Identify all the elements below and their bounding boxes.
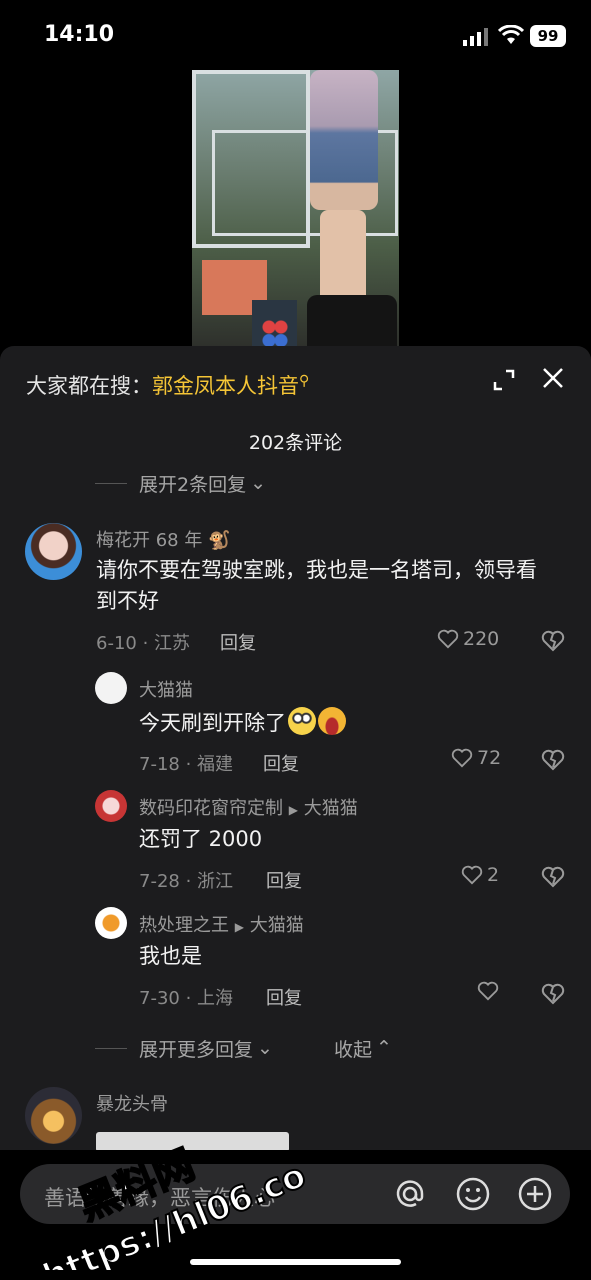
comment-username[interactable]: 梅花开 68 年 🐒 [96, 526, 231, 552]
trending-search-keyword[interactable]: 郭金凤本人抖音 [152, 374, 299, 398]
expand-more-label: 展开更多回复 [139, 1038, 254, 1061]
close-icon[interactable] [541, 366, 565, 390]
like-button[interactable]: 72 [451, 747, 501, 769]
comment-count: 202条评论 [248, 432, 343, 454]
expand-replies-top[interactable]: 展开2条回复 ⌄ [95, 469, 266, 497]
heart-icon [461, 865, 483, 885]
reply-username[interactable]: 数码印花窗帘定制 ▶ 大猫猫 [139, 794, 358, 820]
reply-to-username[interactable]: 大猫猫 [304, 798, 358, 819]
comment-image-thumbnail[interactable] [96, 1132, 289, 1152]
chevron-down-icon: ⌄ [250, 472, 267, 494]
avatar[interactable] [25, 523, 82, 580]
heart-icon [451, 748, 473, 768]
wifi-icon [498, 25, 524, 44]
comment-input-placeholder: 善语结善缘，恶言伤人心 [44, 1186, 275, 1210]
avatar[interactable] [95, 907, 127, 939]
collapse-replies[interactable]: 收起 ⌃ [334, 1034, 392, 1062]
divider [95, 1047, 127, 1049]
reply-button[interactable]: 回复 [266, 867, 302, 893]
like-count: 220 [463, 628, 500, 650]
comment-meta: 6-10 · 江苏 [96, 633, 191, 654]
reply-button[interactable]: 回复 [266, 984, 302, 1010]
search-icon: ⚲ [299, 373, 310, 389]
divider [95, 482, 127, 484]
video-preview[interactable] [192, 70, 399, 360]
comment-sheet: 大家都在搜：郭金凤本人抖音⚲ 202条评论 展开2条回复 ⌄ 梅花开 68 年 … [0, 346, 591, 1280]
status-bar: 14:10 99 [0, 0, 591, 70]
broken-heart-icon[interactable] [541, 865, 565, 889]
expand-replies-label: 展开2条回复 [139, 473, 247, 496]
reply-meta: 7-28 · 浙江 [139, 871, 234, 892]
play-arrow-icon: ▶ [288, 803, 298, 817]
broken-heart-icon[interactable] [541, 982, 565, 1006]
person-figure [310, 70, 378, 210]
comment-text: 请你不要在驾驶室跳，我也是一名塔司，领导看到不好 [96, 558, 537, 613]
reply-meta: 7-30 · 上海 [139, 988, 234, 1009]
status-time: 14:10 [44, 22, 115, 47]
like-count: 72 [477, 747, 502, 769]
reply-text: 今天刷到开除了 [139, 707, 346, 739]
avatar[interactable] [95, 672, 127, 704]
laughing-emoji-icon [318, 707, 346, 735]
comment-input[interactable]: 善语结善缘，恶言伤人心 [20, 1164, 570, 1224]
comment-username[interactable]: 暴龙头骨 [96, 1090, 168, 1116]
expand-more-replies[interactable]: 展开更多回复 ⌄ [95, 1034, 273, 1062]
reply-username[interactable]: 大猫猫 [139, 676, 193, 702]
reply-text: 还罚了 2000 [139, 827, 263, 851]
fullscreen-icon[interactable] [492, 368, 516, 392]
cellular-signal-icon [463, 28, 488, 46]
heart-icon [437, 629, 459, 649]
like-count: 2 [487, 864, 500, 886]
like-button[interactable] [477, 981, 503, 1001]
reply-username[interactable]: 热处理之王 ▶ 大猫猫 [139, 911, 304, 937]
avatar[interactable] [25, 1087, 82, 1144]
avatar[interactable] [95, 790, 127, 822]
trending-search[interactable]: 大家都在搜：郭金凤本人抖音⚲ [26, 370, 309, 400]
mention-icon[interactable] [392, 1176, 428, 1212]
heart-icon [477, 981, 499, 1001]
console-buttons [260, 318, 290, 348]
like-button[interactable]: 2 [461, 864, 499, 886]
home-indicator[interactable] [190, 1259, 401, 1265]
reply-to-username[interactable]: 大猫猫 [250, 915, 304, 936]
rolling-eyes-emoji-icon [288, 707, 316, 735]
reply-button[interactable]: 回复 [263, 750, 299, 776]
play-arrow-icon: ▶ [234, 920, 244, 934]
broken-heart-icon[interactable] [541, 748, 565, 772]
collapse-label: 收起 [334, 1038, 373, 1061]
chevron-up-icon: ⌃ [376, 1037, 392, 1059]
monkey-icon: 🐒 [208, 530, 231, 551]
like-button[interactable]: 220 [437, 628, 499, 650]
reply-meta: 7-18 · 福建 [139, 754, 234, 775]
reply-button[interactable]: 回复 [220, 629, 256, 655]
emoji-icon[interactable] [455, 1176, 491, 1212]
reply-text: 我也是 [139, 944, 202, 968]
trending-search-prefix: 大家都在搜： [26, 374, 152, 398]
broken-heart-icon[interactable] [541, 629, 565, 653]
battery-indicator: 99 [530, 25, 566, 47]
add-icon[interactable] [517, 1176, 553, 1212]
chevron-down-icon: ⌄ [257, 1037, 273, 1059]
